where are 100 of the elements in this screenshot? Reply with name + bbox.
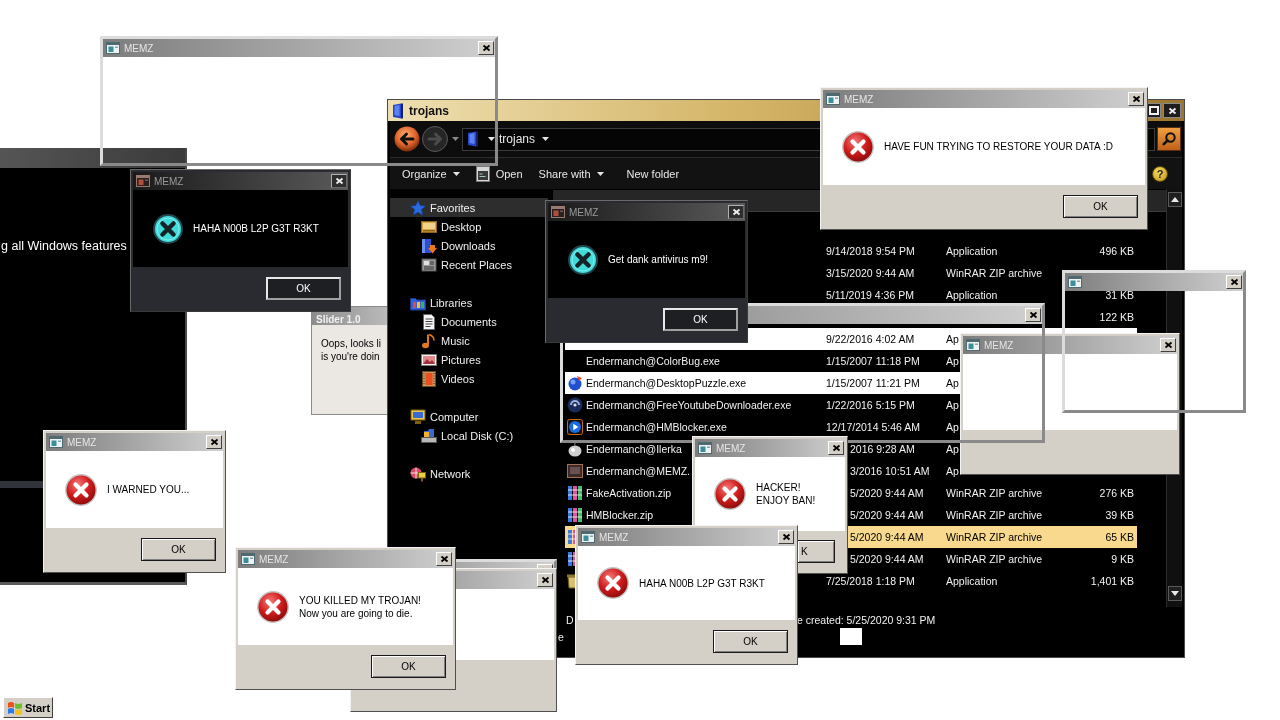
close-icon bbox=[781, 533, 791, 541]
date-text: 5/2020 9:44 AM bbox=[850, 487, 924, 499]
tree-item[interactable]: Videos bbox=[390, 369, 548, 388]
tree-item[interactable]: Downloads bbox=[390, 236, 548, 255]
tree-item[interactable]: Local Disk (C:) bbox=[390, 426, 548, 445]
close-button[interactable] bbox=[728, 205, 744, 219]
drive-icon bbox=[421, 427, 437, 444]
tree-item[interactable]: Computer bbox=[390, 407, 548, 426]
ok-button[interactable]: K bbox=[798, 539, 835, 563]
type-text: Application bbox=[946, 289, 998, 301]
tree-item[interactable]: Recent Places bbox=[390, 255, 548, 274]
ball-icon bbox=[567, 375, 583, 391]
breadcrumb-button[interactable]: trojans bbox=[499, 132, 536, 146]
window-title: MEMZ bbox=[154, 175, 184, 187]
film-icon bbox=[421, 370, 437, 387]
close-icon bbox=[540, 576, 550, 584]
tree-item[interactable]: Music bbox=[390, 331, 548, 350]
type-text: Ap bbox=[946, 465, 959, 477]
window-title: MEMZ bbox=[569, 206, 599, 218]
ok-button[interactable]: OK bbox=[266, 276, 341, 300]
tree-item[interactable]: Favorites bbox=[390, 198, 548, 217]
ok-button[interactable]: OK bbox=[1063, 194, 1138, 218]
book-icon bbox=[392, 102, 404, 119]
close-icon bbox=[1028, 311, 1038, 319]
ok-button[interactable]: OK bbox=[371, 654, 446, 678]
menu-button[interactable]: Organize bbox=[394, 162, 468, 185]
size-text: 39 KB bbox=[1105, 509, 1134, 521]
stacked-books-icon bbox=[567, 485, 583, 501]
tree-item[interactable]: Pictures bbox=[390, 350, 548, 369]
size-text: 496 KB bbox=[1099, 245, 1134, 257]
file-name: Endermanch@ColorBug.exe bbox=[586, 355, 720, 367]
type-text: WinRAR ZIP archive bbox=[946, 267, 1043, 279]
window-icon bbox=[698, 442, 712, 454]
close-button[interactable] bbox=[1163, 103, 1181, 118]
caret-icon bbox=[596, 171, 604, 176]
date-text: 9/22/2016 4:02 AM bbox=[826, 333, 915, 345]
date-text: 3/2016 10:51 AM bbox=[850, 465, 930, 477]
message-text: Get dank antivirus m9! bbox=[608, 253, 709, 266]
close-button[interactable] bbox=[331, 174, 347, 188]
scroll-up-button[interactable] bbox=[1167, 192, 1182, 207]
date-text: 7/25/2018 1:18 PM bbox=[826, 575, 915, 587]
tree-item[interactable]: Desktop bbox=[390, 217, 548, 236]
search-button[interactable] bbox=[1157, 127, 1181, 151]
close-icon bbox=[439, 555, 449, 563]
desktop-icon bbox=[421, 218, 437, 235]
window-text: Oops, looks li is you're doin bbox=[321, 337, 382, 363]
play-icon bbox=[567, 419, 583, 435]
caret-icon bbox=[488, 137, 495, 141]
download-icon bbox=[421, 237, 437, 254]
size-text: 276 KB bbox=[1099, 487, 1134, 499]
ok-button[interactable]: OK bbox=[141, 537, 216, 561]
toolbar-button[interactable]: New folder bbox=[618, 162, 688, 185]
file-name: Endermanch@HMBlocker.exe bbox=[586, 421, 727, 433]
size-text: 31 KB bbox=[1105, 289, 1134, 301]
orb-icon bbox=[567, 441, 583, 457]
scroll-down-button[interactable] bbox=[1167, 586, 1182, 601]
list-icon bbox=[421, 256, 437, 273]
menu-button[interactable]: Share with bbox=[530, 162, 612, 185]
type-text: WinRAR ZIP archive bbox=[946, 531, 1043, 543]
ok-button[interactable]: OK bbox=[663, 307, 738, 331]
book-icon bbox=[467, 131, 479, 147]
date-text: 5/2020 9:44 AM bbox=[850, 553, 924, 565]
back-button[interactable] bbox=[394, 126, 420, 152]
message-text: HAVE FUN TRYING TO RESTORE YOUR DATA :D bbox=[884, 140, 1113, 153]
type-text: Application bbox=[946, 245, 998, 257]
ok-button[interactable]: OK bbox=[713, 629, 788, 653]
type-text: WinRAR ZIP archive bbox=[946, 509, 1043, 521]
detail-text: e created: 5/25/2020 9:31 PM bbox=[797, 613, 936, 626]
start-button[interactable]: Start bbox=[3, 697, 53, 718]
window-title: MEMZ bbox=[599, 531, 629, 543]
date-text: 1/22/2016 5:15 PM bbox=[826, 399, 915, 411]
close-icon bbox=[1167, 106, 1177, 115]
help-button[interactable]: ? bbox=[1152, 165, 1168, 182]
close-icon bbox=[209, 438, 219, 446]
box-icon bbox=[567, 463, 583, 479]
close-icon bbox=[334, 177, 344, 185]
date-text: 5/2020 9:44 AM bbox=[850, 531, 924, 543]
toolbar-button[interactable]: Open bbox=[467, 162, 531, 185]
network-icon bbox=[410, 465, 426, 482]
up-arrow-icon bbox=[1170, 197, 1179, 202]
picture-icon bbox=[421, 351, 437, 368]
message-text: HAHA N00B L2P G3T R3KT bbox=[639, 576, 765, 590]
type-text: Ap bbox=[946, 443, 959, 455]
window-icon bbox=[136, 175, 150, 187]
stacked-books-icon bbox=[567, 507, 583, 523]
message-text: HACKER! ENJOY BAN! bbox=[756, 481, 816, 507]
file-name: Endermanch@Ilerka bbox=[586, 443, 682, 455]
tree-item[interactable]: Network bbox=[390, 464, 548, 483]
window-icon bbox=[826, 93, 840, 105]
type-text: Application bbox=[946, 575, 998, 587]
flag-icon bbox=[7, 700, 23, 715]
size-text: 65 KB bbox=[1105, 531, 1134, 543]
tree-item[interactable]: Libraries bbox=[390, 293, 548, 312]
file-name: Endermanch@DesktopPuzzle.exe bbox=[586, 377, 747, 389]
type-text: Ap bbox=[946, 421, 959, 433]
window-icon bbox=[49, 436, 63, 448]
detail-text: e bbox=[558, 630, 564, 643]
date-text: 3/15/2020 9:44 AM bbox=[826, 267, 915, 279]
tree-item[interactable]: Documents bbox=[390, 312, 548, 331]
message-text: HAHA N00B L2P G3T R3KT bbox=[193, 222, 319, 235]
